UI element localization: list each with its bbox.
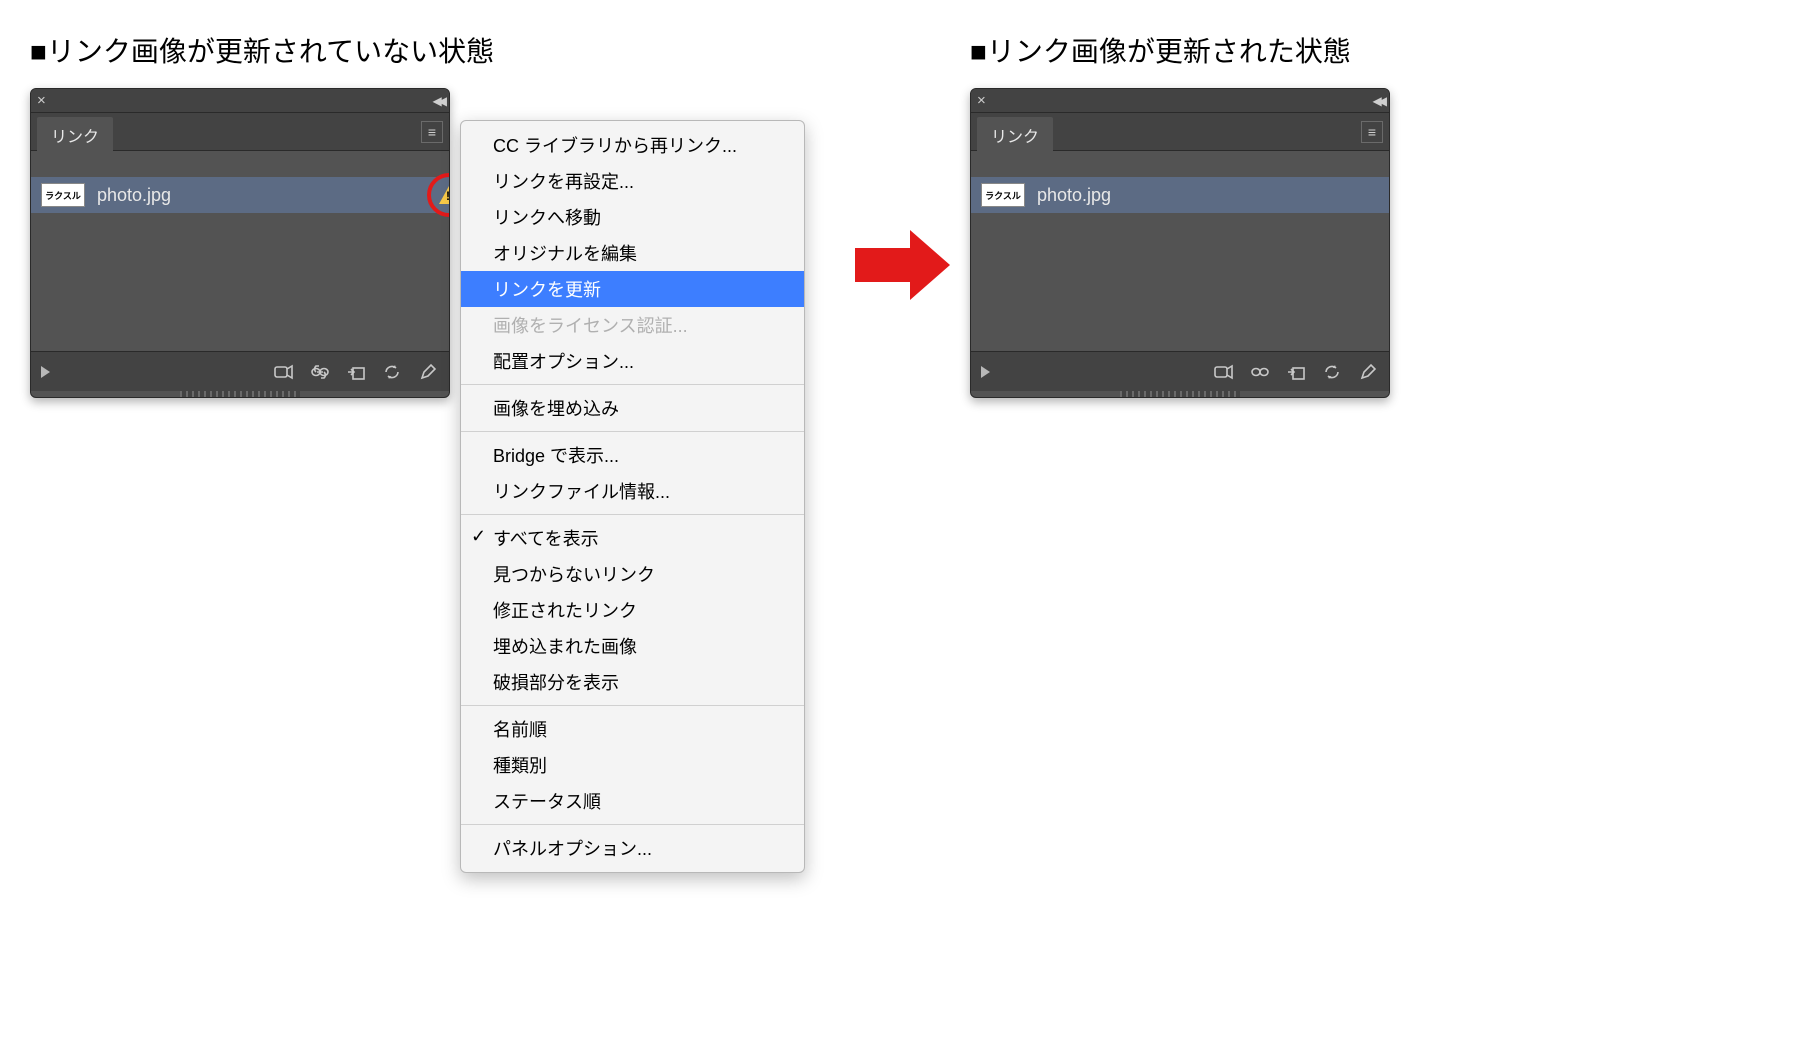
link-icon[interactable] [1249, 361, 1271, 383]
menu-show-all[interactable]: ✓ すべてを表示 [461, 520, 804, 556]
tab-links[interactable]: リンク [37, 117, 113, 153]
warning-highlight-circle [427, 173, 450, 217]
menu-placement-options[interactable]: 配置オプション... [461, 343, 804, 379]
link-row[interactable]: ラクスル photo.jpg [31, 177, 449, 213]
disclosure-icon[interactable] [41, 366, 50, 378]
goto-link-icon[interactable] [1285, 361, 1307, 383]
menu-show-missing[interactable]: 見つからないリンク [461, 556, 804, 592]
relink-cc-icon[interactable] [273, 361, 295, 383]
tabs-row: リンク ≡ [971, 113, 1389, 151]
collapse-icon[interactable]: ◀◀ [433, 94, 443, 108]
menu-separator [461, 384, 804, 385]
panel-context-menu: CC ライブラリから再リンク... リンクを再設定... リンクへ移動 オリジナ… [460, 120, 805, 873]
collapse-icon[interactable]: ◀◀ [1373, 94, 1383, 108]
panel-menu-button[interactable]: ≡ [421, 121, 443, 143]
links-panel-left: × ◀◀ リンク ≡ ラクスル photo.jpg [30, 88, 450, 398]
menu-separator [461, 431, 804, 432]
close-icon[interactable]: × [37, 92, 46, 109]
link-icon[interactable] [309, 361, 331, 383]
menu-relink[interactable]: リンクを再設定... [461, 163, 804, 199]
resize-grip[interactable] [180, 391, 300, 397]
panel-titlebar: × ◀◀ [971, 89, 1389, 113]
tabs-row: リンク ≡ [31, 113, 449, 151]
disclosure-icon[interactable] [981, 366, 990, 378]
menu-item-label: すべてを表示 [493, 529, 599, 549]
menu-relink-cc[interactable]: CC ライブラリから再リンク... [461, 127, 804, 163]
thumbnail: ラクスル [981, 183, 1025, 207]
tab-links[interactable]: リンク [977, 117, 1053, 153]
link-filename: photo.jpg [1037, 185, 1111, 206]
menu-show-embedded[interactable]: 埋め込まれた画像 [461, 628, 804, 664]
check-icon: ✓ [471, 526, 486, 547]
heading-not-updated: ■リンク画像が更新されていない状態 [30, 30, 494, 70]
thumbnail: ラクスル [41, 183, 85, 207]
menu-separator [461, 824, 804, 825]
link-row[interactable]: ラクスル photo.jpg [971, 177, 1389, 213]
menu-separator [461, 705, 804, 706]
link-list: ラクスル photo.jpg [31, 151, 449, 351]
arrow-icon [855, 230, 950, 300]
menu-license-image: 画像をライセンス認証... [461, 307, 804, 343]
panel-menu-button[interactable]: ≡ [1361, 121, 1383, 143]
menu-reveal-bridge[interactable]: Bridge で表示... [461, 437, 804, 473]
heading-updated: ■リンク画像が更新された状態 [970, 30, 1390, 70]
link-filename: photo.jpg [97, 185, 171, 206]
menu-show-modified[interactable]: 修正されたリンク [461, 592, 804, 628]
menu-embed-image[interactable]: 画像を埋め込み [461, 390, 804, 426]
menu-sort-kind[interactable]: 種類別 [461, 747, 804, 783]
update-link-icon[interactable] [1321, 361, 1343, 383]
relink-cc-icon[interactable] [1213, 361, 1235, 383]
menu-sort-name[interactable]: 名前順 [461, 711, 804, 747]
menu-show-damaged[interactable]: 破損部分を表示 [461, 664, 804, 700]
warning-icon [439, 186, 450, 204]
links-panel-right: × ◀◀ リンク ≡ ラクスル photo.jpg [970, 88, 1390, 398]
edit-original-icon[interactable] [417, 361, 439, 383]
close-icon[interactable]: × [977, 92, 986, 109]
menu-goto-link[interactable]: リンクへ移動 [461, 199, 804, 235]
menu-sort-status[interactable]: ステータス順 [461, 783, 804, 819]
panel-titlebar: × ◀◀ [31, 89, 449, 113]
menu-link-file-info[interactable]: リンクファイル情報... [461, 473, 804, 509]
menu-edit-original[interactable]: オリジナルを編集 [461, 235, 804, 271]
menu-panel-options[interactable]: パネルオプション... [461, 830, 804, 866]
menu-update-link[interactable]: リンクを更新 [461, 271, 804, 307]
goto-link-icon[interactable] [345, 361, 367, 383]
panel-footer [31, 351, 449, 391]
panel-footer [971, 351, 1389, 391]
resize-grip[interactable] [1120, 391, 1240, 397]
update-link-icon[interactable] [381, 361, 403, 383]
edit-original-icon[interactable] [1357, 361, 1379, 383]
menu-separator [461, 514, 804, 515]
link-list: ラクスル photo.jpg [971, 151, 1389, 351]
